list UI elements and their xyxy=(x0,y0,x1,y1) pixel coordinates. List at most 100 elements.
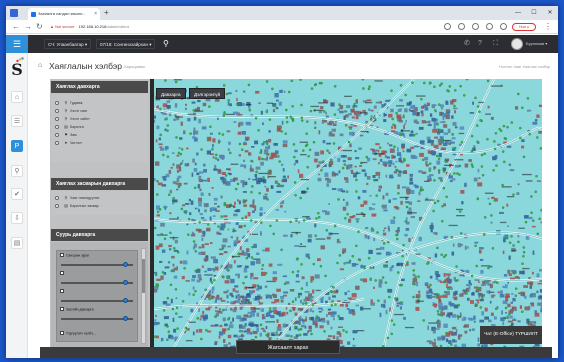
map-canvas[interactable]: Давхарга Дэлгэрэнгүй Чат (E-Office) ТҮРШ… xyxy=(154,79,542,347)
tab-manage[interactable]: Дэлгэрэнгүй xyxy=(189,88,226,99)
layer-item-label: Барилгын засвар xyxy=(70,204,99,208)
checkbox[interactable] xyxy=(60,271,64,275)
url-path: /admin/client xyxy=(106,24,129,29)
layer-item[interactable]: ⚲ Хэсэг хаяг xyxy=(55,108,87,114)
radio[interactable] xyxy=(55,100,59,105)
radio[interactable] xyxy=(55,132,59,137)
base-layer-label: Засгийн давхарга xyxy=(66,307,94,312)
radio[interactable] xyxy=(55,140,59,145)
layer-item[interactable]: ⚲ Хэсэг хайлт xyxy=(55,116,90,122)
rail-parking-icon[interactable]: P xyxy=(11,140,23,152)
building-icon: ▤ xyxy=(64,124,68,129)
extension-icon[interactable] xyxy=(500,23,507,30)
base-layer-label: Тэргүүлэгч хэлбэ... xyxy=(66,331,96,336)
rail-doc-icon[interactable]: ▤ xyxy=(11,237,23,249)
checkbox[interactable] xyxy=(60,253,64,257)
pin-icon: ⚲ xyxy=(64,116,68,121)
layer-item[interactable]: ▤ Барилгын засвар xyxy=(55,203,99,209)
checkbox[interactable] xyxy=(60,331,64,335)
tab-close-icon[interactable]: × xyxy=(94,8,97,20)
layer-item-label: Барилга xyxy=(70,125,84,129)
hamburger-menu-icon[interactable]: ☰ xyxy=(6,35,28,53)
section-address-layers-header[interactable]: Хаяглах давхарга xyxy=(51,81,148,93)
breadcrumb[interactable]: Нэгтгэл Хаяг Хаяглах хэлбэр xyxy=(499,65,550,69)
browser-tab[interactable]: Захиалга сандал көшнл... × xyxy=(28,8,100,20)
home-icon[interactable]: ⌂ xyxy=(38,62,42,69)
opacity-slider-knob[interactable] xyxy=(123,280,129,285)
opacity-slider-knob[interactable] xyxy=(123,316,129,321)
minimize-button[interactable]: — xyxy=(510,6,526,20)
opacity-slider-track[interactable] xyxy=(61,300,133,302)
layer-item[interactable]: ➤ Чиглэл xyxy=(55,140,82,146)
city-select[interactable]: СЧ: Улаанбаатар ▾ xyxy=(44,39,92,49)
left-icon-rail: S ⌂ ☰ P ⚲ ✔ ⇩ ▤ xyxy=(6,53,28,358)
radio[interactable] xyxy=(55,116,59,121)
browser-address-bar: ← → ↻ ▲ Not secure 192.168.10.216/admin/… xyxy=(6,20,558,34)
list-view-toggle[interactable]: Жагсаалт харах xyxy=(236,340,340,354)
radio[interactable] xyxy=(55,124,59,129)
opacity-slider-track[interactable] xyxy=(61,318,133,320)
layer-item[interactable]: ⚑ Зам xyxy=(55,132,77,138)
help-icon[interactable]: ? xyxy=(478,39,482,49)
extension-icon[interactable] xyxy=(458,23,465,30)
reload-icon[interactable]: ↻ xyxy=(36,21,43,33)
opacity-slider-knob[interactable] xyxy=(123,298,129,303)
opacity-slider-group: Сансрын зураг Засгийн давхарга Тэргүүлэг… xyxy=(56,250,138,342)
chat-button[interactable]: Чат (E-Office) ТҮРШИЛТ xyxy=(480,326,542,344)
maximize-button[interactable]: ☐ xyxy=(526,6,542,20)
district-select[interactable]: 07/18: Сонгинохайрхан ▾ xyxy=(96,39,156,49)
radio[interactable] xyxy=(55,195,59,200)
layer-item[interactable]: ⚲ Хаяг нэмэгдүүлэх xyxy=(55,195,99,201)
opacity-slider-track[interactable] xyxy=(61,282,133,284)
base-layer-checkbox[interactable]: Засгийн давхарга xyxy=(60,307,94,312)
base-layer-checkbox[interactable]: Сансрын зураг xyxy=(60,253,89,258)
layer-panel: Хаяглах давхарга ⚲ Гудамж ⚲ Хэсэг хаяг ⚲ Хэ… xyxy=(50,79,150,347)
tab-layer[interactable]: Давхарга xyxy=(156,88,186,99)
section-edit-layers-header[interactable]: Хаяглах засварын давхарга xyxy=(51,178,148,190)
bottom-drawer: Жагсаалт харах xyxy=(40,340,552,358)
layer-item[interactable]: ⚲ Гудамж xyxy=(55,100,82,106)
checkbox[interactable] xyxy=(60,289,64,293)
pin-icon: ⚲ xyxy=(64,195,68,200)
search-icon[interactable]: ⚲ xyxy=(163,38,169,50)
phone-icon[interactable]: ✆ xyxy=(464,39,470,49)
new-tab-button[interactable]: + xyxy=(104,7,109,19)
base-layer-checkbox[interactable] xyxy=(60,289,66,294)
section-base-layers-header[interactable]: Суурь давхарга xyxy=(51,229,148,241)
pin-icon: ⚲ xyxy=(64,108,68,113)
rail-list-icon[interactable]: ☰ xyxy=(11,115,23,127)
rail-search-icon[interactable]: ⚲ xyxy=(11,165,23,177)
building-icon: ▤ xyxy=(64,203,68,208)
opacity-slider-track[interactable] xyxy=(61,264,133,266)
base-layer-checkbox[interactable] xyxy=(60,271,66,276)
extension-icon[interactable] xyxy=(486,23,493,30)
opacity-slider-knob[interactable] xyxy=(123,262,129,267)
checkbox[interactable] xyxy=(60,307,64,311)
back-icon[interactable]: ← xyxy=(12,21,20,33)
pin-icon: ⚲ xyxy=(64,100,68,105)
panel-scrollbar[interactable] xyxy=(141,248,146,344)
layer-item-label: Хэсэг хайлт xyxy=(70,117,90,121)
browser-menu-icon[interactable]: ⋮ xyxy=(544,21,552,33)
window-menu-icon[interactable] xyxy=(10,9,18,17)
base-layer-label: Сансрын зураг xyxy=(66,253,90,258)
main-content: Хаяглах давхарга ⚲ Гудамж ⚲ Хэсэг хаяг ⚲ Хэ… xyxy=(50,79,542,347)
close-window-button[interactable]: ✕ xyxy=(542,6,558,20)
forward-icon[interactable]: → xyxy=(24,21,32,33)
scrollbar-thumb[interactable] xyxy=(142,259,145,293)
rail-download-icon[interactable]: ⇩ xyxy=(11,212,23,224)
fullscreen-icon[interactable]: ⛶ xyxy=(493,39,498,49)
extension-icon[interactable] xyxy=(472,23,479,30)
extension-icon[interactable] xyxy=(444,23,451,30)
rail-home-icon[interactable]: ⌂ xyxy=(11,91,23,103)
tab-title: Захиалга сандал көшнл... xyxy=(38,11,86,16)
url-field[interactable]: ▲ Not secure 192.168.10.216/admin/client xyxy=(50,22,350,32)
base-layer-checkbox[interactable]: Тэргүүлэгч хэлбэ... xyxy=(60,331,96,336)
rail-check-icon[interactable]: ✔ xyxy=(11,188,23,200)
user-name[interactable]: Бүрэнжав ▾ xyxy=(526,41,547,46)
avatar[interactable] xyxy=(511,38,523,50)
layer-item[interactable]: ▤ Барилга xyxy=(55,124,84,130)
radio[interactable] xyxy=(55,203,59,208)
profile-button[interactable]: Ном ● xyxy=(512,23,536,31)
radio[interactable] xyxy=(55,108,59,113)
